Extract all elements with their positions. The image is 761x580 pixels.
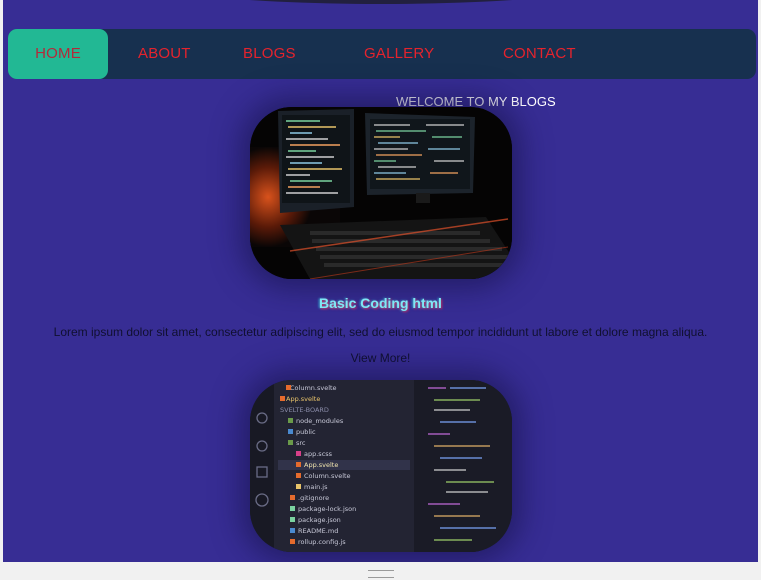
file-app-svelte: App.svelte [304, 461, 338, 469]
nav-blogs[interactable]: BLOGS [243, 29, 296, 79]
page-viewport: HOME ABOUT BLOGS GALLERY CONTACT WELCOME… [3, 0, 758, 562]
resize-handle[interactable] [368, 570, 394, 578]
file-package-json: package.json [298, 516, 341, 524]
blog-image-editor: Column.svelte App.svelte SVELTE-BOARD no… [250, 380, 512, 552]
nav-gallery[interactable]: GALLERY [364, 29, 434, 79]
file-package-lock: package-lock.json [298, 505, 356, 513]
file-column-svelte: Column.svelte [304, 472, 351, 480]
nav-contact[interactable]: CONTACT [503, 29, 576, 79]
monitors-photo [250, 107, 512, 279]
nav-home[interactable]: HOME [8, 29, 108, 79]
file-main-js: main.js [304, 483, 328, 491]
folder-public: public [296, 428, 316, 436]
file-gitignore: .gitignore [298, 494, 329, 502]
project-root-label: SVELTE-BOARD [280, 406, 329, 414]
file-app-scss: app.scss [304, 450, 333, 458]
blog-image-monitors [250, 107, 512, 279]
header-arc [111, 0, 651, 4]
folder-node-modules: node_modules [296, 417, 344, 425]
view-more-link[interactable]: View More! [3, 351, 758, 365]
navbar: HOME ABOUT BLOGS GALLERY CONTACT [8, 29, 756, 79]
blog-post-title: Basic Coding html [319, 295, 442, 311]
blog-post-excerpt: Lorem ipsum dolor sit amet, consectetur … [53, 325, 708, 339]
nav-about[interactable]: ABOUT [138, 29, 191, 79]
file-readme: README.md [298, 527, 338, 535]
file-column-svelte-tab: Column.svelte [290, 384, 337, 392]
editor-screenshot: Column.svelte App.svelte SVELTE-BOARD no… [250, 380, 512, 552]
file-rollup-config: rollup.config.js [298, 538, 346, 546]
file-app-svelte-tab: App.svelte [286, 395, 320, 403]
folder-src: src [296, 439, 306, 447]
